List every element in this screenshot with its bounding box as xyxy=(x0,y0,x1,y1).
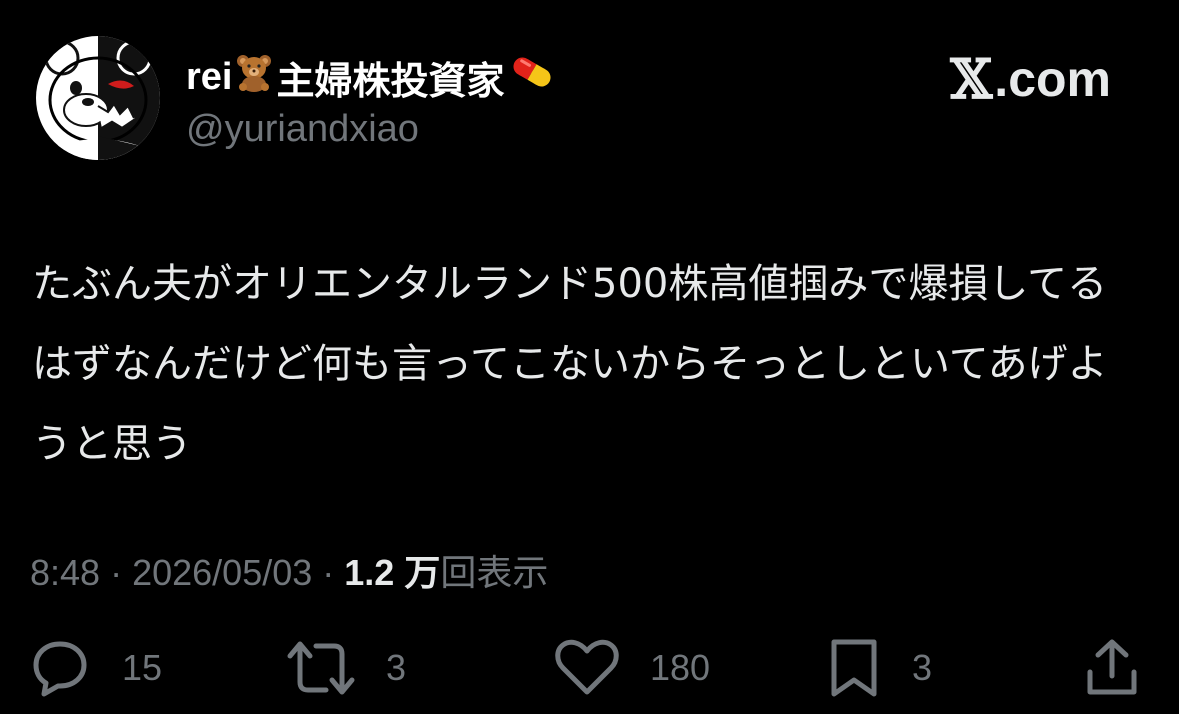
x-logo-icon: 𝕏 xyxy=(950,47,993,111)
meta-separator: · xyxy=(110,552,123,593)
bookmark-icon xyxy=(831,639,877,697)
like-button[interactable]: 180 xyxy=(554,636,710,700)
pill-icon xyxy=(509,52,555,102)
reply-button[interactable]: 15 xyxy=(28,636,162,700)
display-name[interactable]: rei 主婦株投資家 xyxy=(186,50,555,104)
share-button[interactable] xyxy=(1084,636,1140,700)
brand-domain: .com xyxy=(994,51,1111,107)
bookmark-count: 3 xyxy=(912,647,933,688)
repost-button[interactable]: 3 xyxy=(286,636,406,700)
reply-count: 15 xyxy=(122,647,163,688)
repost-count: 3 xyxy=(386,647,407,688)
tweet-date[interactable]: 2026/05/03 xyxy=(132,552,312,594)
repost-icon xyxy=(287,641,355,695)
views-label: 回表示 xyxy=(440,552,549,593)
share-icon xyxy=(1087,639,1137,695)
tweet-meta: 8:48 · 2026/05/03 · 1.2 万 回表示 xyxy=(30,544,548,596)
meta-separator: · xyxy=(322,552,335,593)
tweet-text: たぶん夫がオリエンタルランド500株高値掴みで爆損してるはずなんだけど何も言って… xyxy=(32,261,1108,467)
bookmark-button[interactable]: 3 xyxy=(826,636,932,700)
tweet-time[interactable]: 8:48 xyxy=(30,552,100,594)
reply-icon xyxy=(33,641,87,697)
display-name-text: rei xyxy=(186,55,233,98)
teddy-bear-icon xyxy=(234,52,274,102)
like-count: 180 xyxy=(650,647,711,688)
monokuma-avatar-icon xyxy=(36,36,160,160)
user-handle[interactable]: @yuriandxiao xyxy=(186,108,419,151)
brand-logo: 𝕏 .com xyxy=(950,47,1111,111)
action-bar: 15 3 180 3 xyxy=(0,636,1179,700)
avatar[interactable] xyxy=(36,36,160,160)
views-count: 1.2 万 xyxy=(344,552,441,593)
display-name-suffix: 主婦株投資家 xyxy=(276,60,505,103)
heart-icon xyxy=(555,639,619,695)
